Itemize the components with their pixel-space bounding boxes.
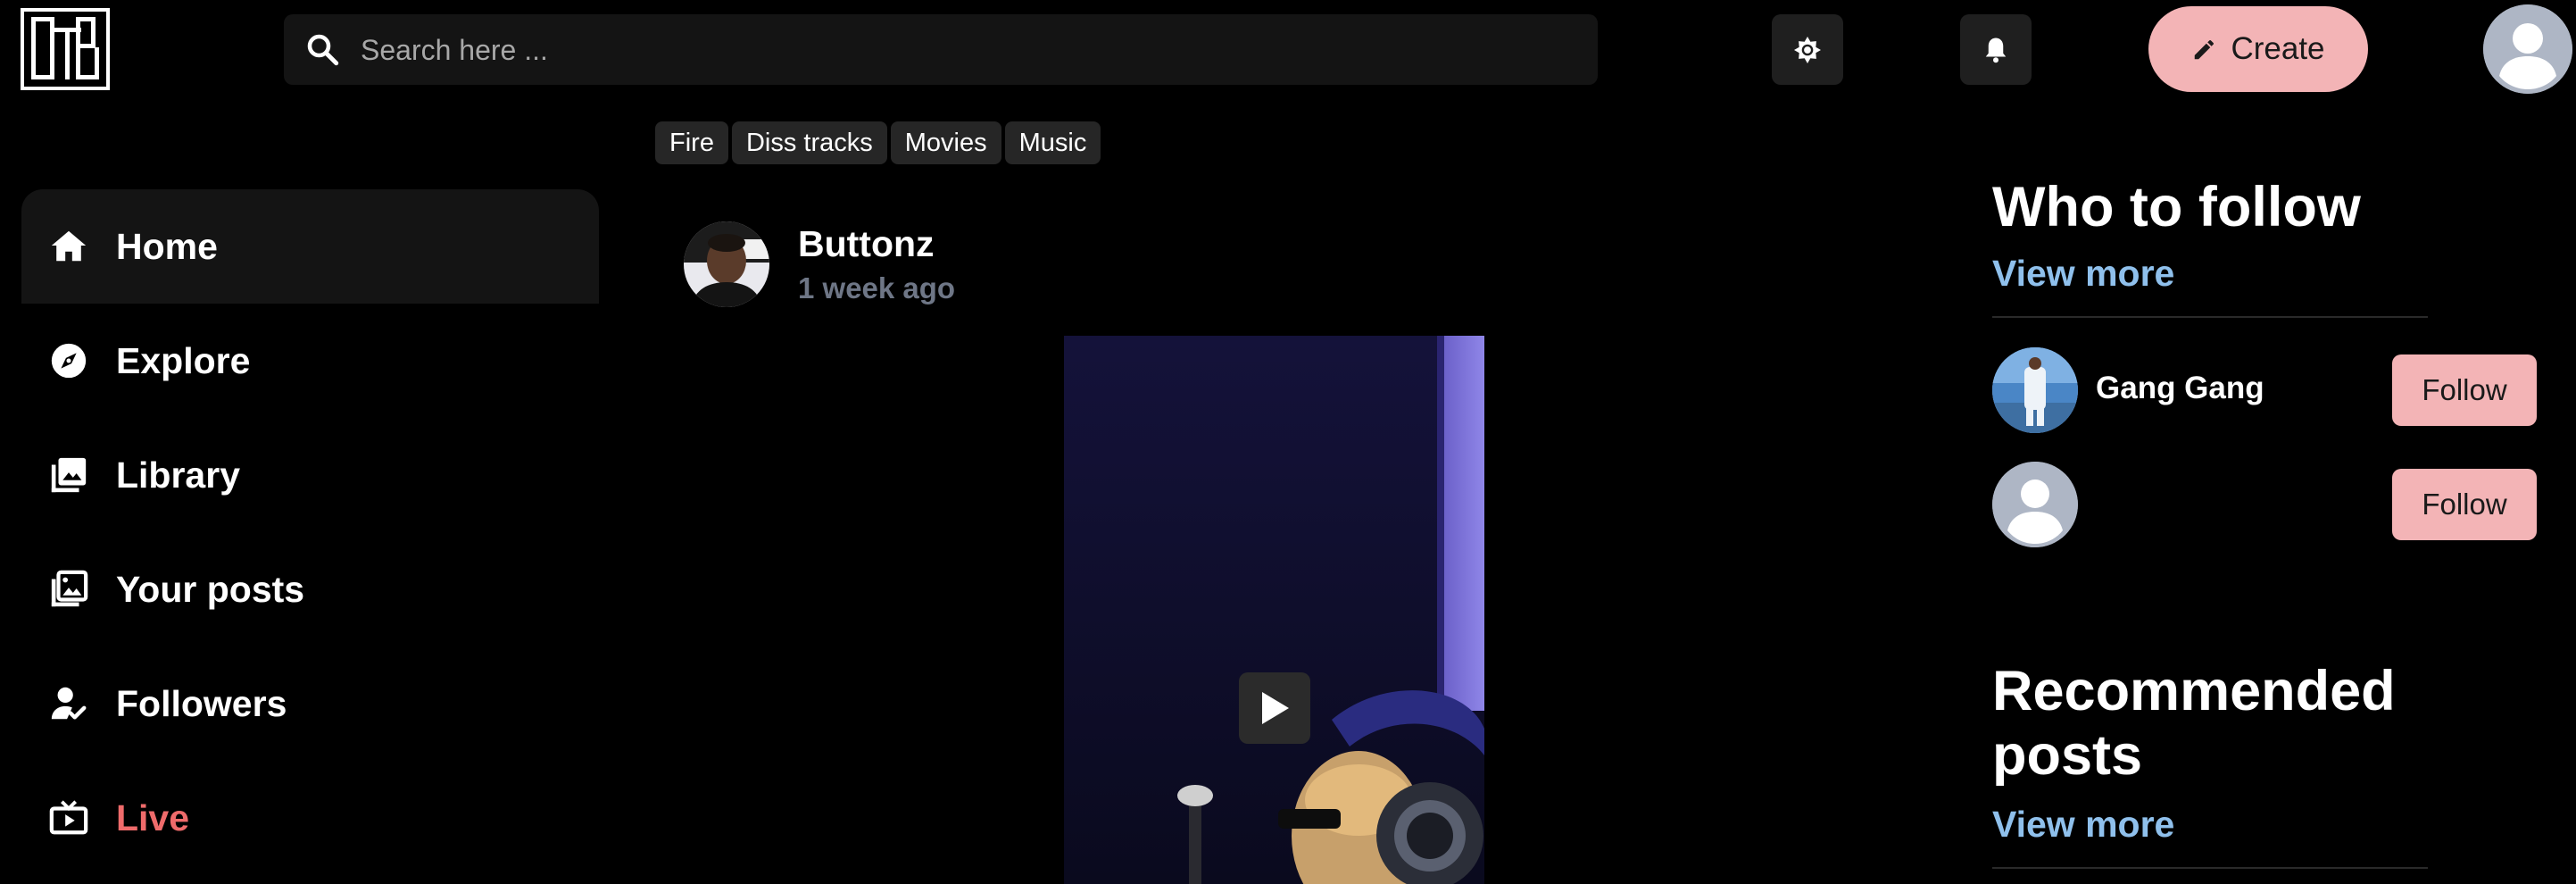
sidebar-nav: Home Explore Library Your posts Follower… <box>21 189 599 875</box>
search-icon <box>307 34 339 66</box>
sidebar-item-label: Followers <box>116 682 287 724</box>
suggested-user-avatar[interactable] <box>1992 462 2078 547</box>
sidebar-item-explore[interactable]: Explore <box>21 304 599 418</box>
divider <box>1992 316 2428 318</box>
play-icon <box>1262 692 1289 724</box>
sidebar-item-followers[interactable]: Followers <box>21 646 599 761</box>
sidebar-item-home[interactable]: Home <box>21 189 599 304</box>
user-photo <box>1992 347 2078 433</box>
tv-icon <box>49 800 88 835</box>
follow-suggestion-row: Gang Gang Follow <box>1992 347 2537 433</box>
sidebar-item-label: Your posts <box>116 568 305 610</box>
default-avatar-icon <box>1992 462 2078 547</box>
sidebar-item-label: Explore <box>116 339 251 381</box>
user-avatar[interactable] <box>2483 4 2572 94</box>
sidebar-item-library[interactable]: Library <box>21 418 599 532</box>
follow-button[interactable]: Follow <box>2392 469 2537 540</box>
post-author-name[interactable]: Buttonz <box>798 223 935 265</box>
brightness-icon <box>1794 36 1821 63</box>
tag-movies[interactable]: Movies <box>890 121 1001 164</box>
who-to-follow-title: Who to follow <box>1992 176 2361 238</box>
video-thumbnail <box>1064 336 1484 884</box>
home-icon <box>51 230 87 262</box>
create-button[interactable]: Create <box>2148 6 2368 92</box>
post-author-avatar[interactable] <box>684 221 769 307</box>
tag-fire[interactable]: Fire <box>655 121 728 164</box>
sidebar-item-your-posts[interactable]: Your posts <box>21 532 599 646</box>
theme-toggle-button[interactable] <box>1772 14 1843 85</box>
otb-logo-icon <box>31 17 99 79</box>
create-label: Create <box>2231 31 2325 66</box>
divider <box>1992 867 2428 869</box>
follower-check-icon <box>51 687 87 720</box>
bell-icon <box>1985 38 2007 63</box>
tag-music[interactable]: Music <box>1004 121 1101 164</box>
search-bar[interactable] <box>284 14 1598 87</box>
compass-icon <box>51 343 87 379</box>
sidebar-item-live[interactable]: Live <box>21 761 599 875</box>
sidebar-item-label: Library <box>116 454 240 496</box>
follow-suggestion-row: Follow <box>1992 462 2537 547</box>
suggested-user-name[interactable]: Gang Gang <box>2096 371 2264 406</box>
notifications-button[interactable] <box>1960 14 2032 85</box>
author-photo <box>684 221 769 307</box>
search-input[interactable] <box>359 14 1576 87</box>
tag-diss-tracks[interactable]: Diss tracks <box>731 121 887 164</box>
suggested-user-avatar[interactable] <box>1992 347 2078 433</box>
default-avatar-icon <box>2483 4 2572 94</box>
app-logo[interactable] <box>21 8 110 90</box>
recommended-view-more-link[interactable]: View more <box>1992 804 2174 846</box>
sidebar-item-label: Home <box>116 225 218 267</box>
post-video[interactable] <box>1064 336 1484 884</box>
library-icon <box>51 457 87 493</box>
follow-button[interactable]: Follow <box>2392 354 2537 426</box>
photos-icon <box>51 570 88 607</box>
category-tags: Fire Diss tracks Movies Music <box>655 121 1101 164</box>
pencil-icon <box>2195 40 2215 60</box>
play-button[interactable] <box>1239 672 1310 744</box>
recommended-posts-title: Recommended posts <box>1992 660 2396 787</box>
post-timestamp: 1 week ago <box>798 271 956 304</box>
sidebar-item-label: Live <box>116 796 190 838</box>
who-to-follow-view-more-link[interactable]: View more <box>1992 253 2174 295</box>
